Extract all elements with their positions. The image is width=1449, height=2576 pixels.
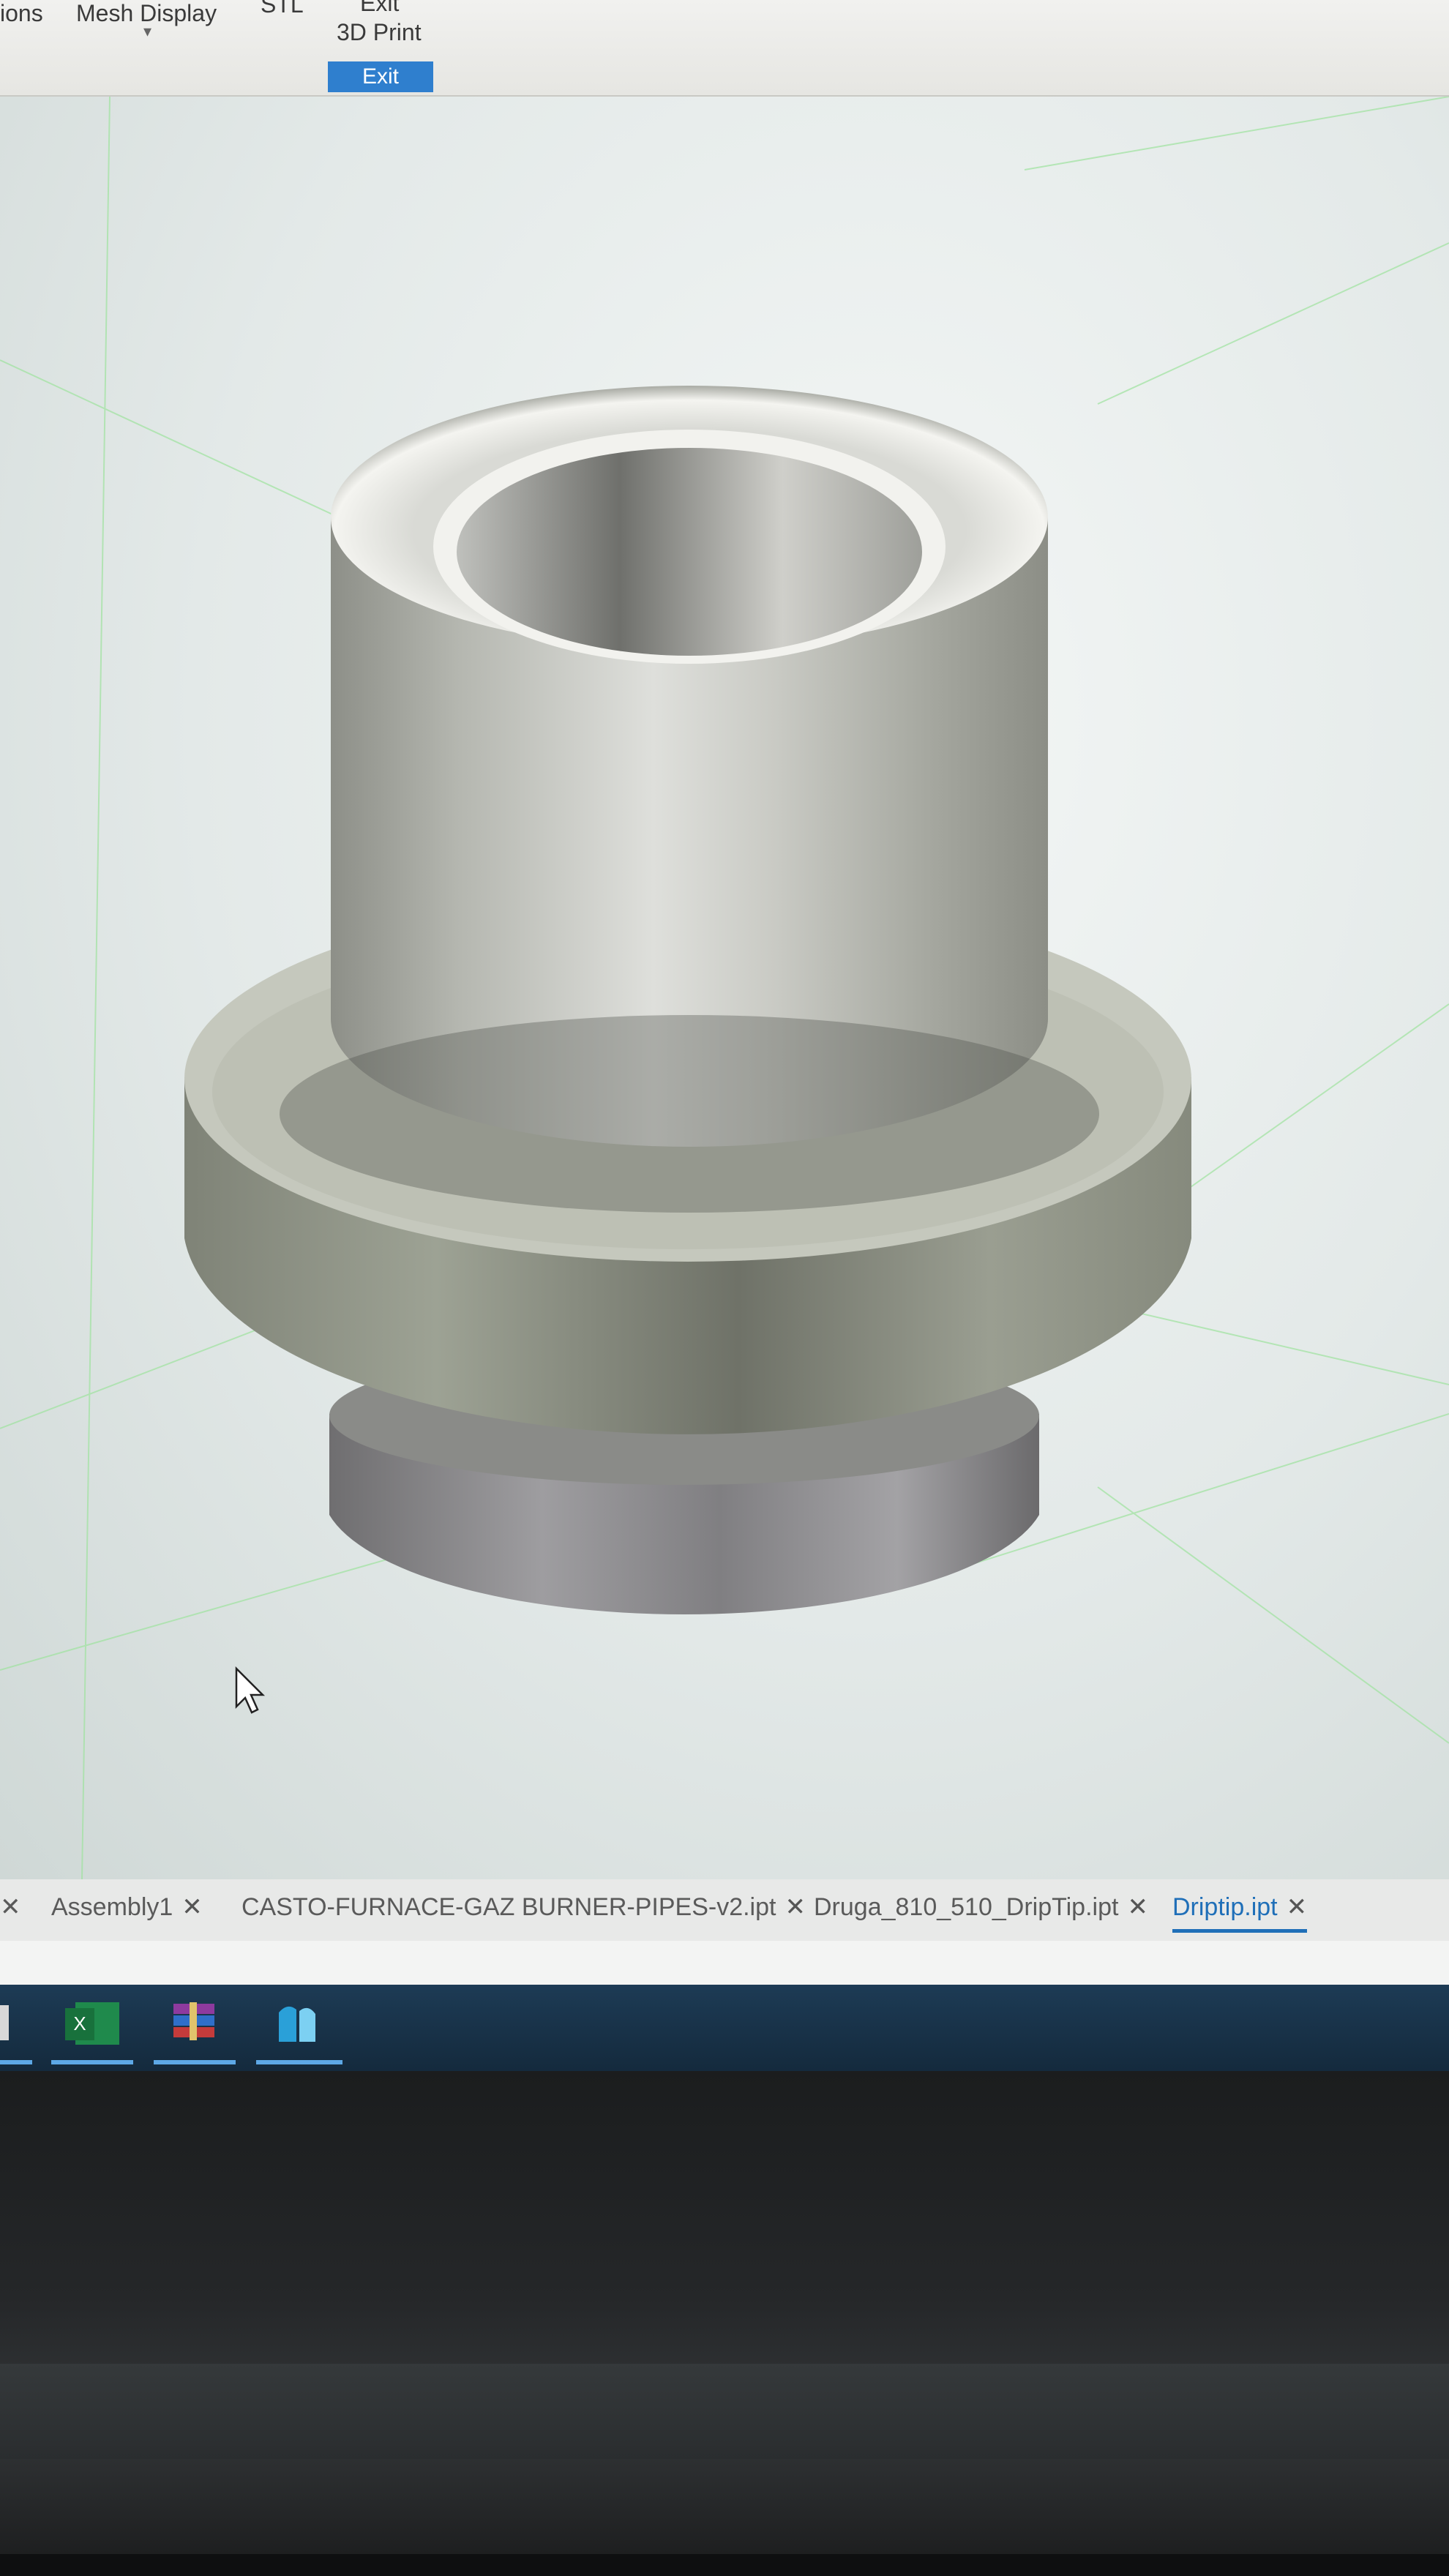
exit-group-label: Exit bbox=[360, 0, 400, 16]
tab-label: CASTO-FURNACE-GAZ BURNER-PIPES-v2.ipt bbox=[242, 1893, 776, 1921]
options-label[interactable]: ions bbox=[0, 0, 43, 27]
winrar-icon[interactable] bbox=[165, 1998, 223, 2049]
bore-hole bbox=[457, 448, 922, 656]
monitor-bezel bbox=[0, 2071, 1449, 2576]
tab-label: Druga_810_510_DripTip.ipt bbox=[814, 1893, 1119, 1921]
document-tab-bar: ✕ Assembly1 ✕ CASTO-FURNACE-GAZ BURNER-PI… bbox=[0, 1879, 1449, 1942]
app-icon[interactable] bbox=[0, 1998, 15, 2049]
tab-label: Assembly1 bbox=[51, 1893, 173, 1921]
running-indicator bbox=[154, 2060, 236, 2064]
status-strip bbox=[0, 1941, 1449, 1985]
excel-icon[interactable]: X bbox=[62, 1998, 121, 2049]
running-indicator bbox=[51, 2060, 133, 2064]
bezel-edge bbox=[0, 2554, 1449, 2576]
bezel-band bbox=[0, 2364, 1449, 2459]
tab-assembly1[interactable]: Assembly1 ✕ bbox=[51, 1892, 203, 1929]
dropdown-arrow-icon[interactable]: ▾ bbox=[143, 22, 151, 41]
stl-button[interactable]: STL bbox=[261, 0, 304, 18]
exit-3d-print-button[interactable]: Exit bbox=[328, 61, 433, 92]
excel-letter: X bbox=[73, 2012, 86, 2034]
tab-driptip[interactable]: Driptip.ipt ✕ bbox=[1172, 1892, 1308, 1933]
running-indicator bbox=[0, 2060, 32, 2064]
3d-viewport[interactable] bbox=[0, 97, 1449, 1879]
taskbar: X bbox=[0, 1985, 1449, 2071]
ribbon: ions Mesh Display ▾ STL Exit 3D Print Ex… bbox=[0, 0, 1449, 97]
tab-casto-furnace[interactable]: CASTO-FURNACE-GAZ BURNER-PIPES-v2.ipt ✕ bbox=[242, 1892, 806, 1929]
close-icon[interactable]: ✕ bbox=[1127, 1893, 1148, 1921]
close-icon[interactable]: ✕ bbox=[785, 1893, 806, 1921]
3d-print-label: 3D Print bbox=[337, 19, 422, 45]
close-icon[interactable]: ✕ bbox=[1287, 1893, 1308, 1921]
mouse-cursor-icon bbox=[235, 1666, 266, 1714]
close-icon[interactable]: ✕ bbox=[181, 1893, 203, 1921]
running-indicator bbox=[256, 2060, 342, 2064]
viewport-canvas bbox=[0, 97, 1449, 1879]
tab-label: Driptip.ipt bbox=[1172, 1893, 1278, 1921]
inventor-icon[interactable] bbox=[267, 1998, 326, 2049]
tab-close-partial[interactable]: ✕ bbox=[0, 1892, 21, 1929]
tab-druga-driptip[interactable]: Druga_810_510_DripTip.ipt ✕ bbox=[814, 1892, 1148, 1929]
